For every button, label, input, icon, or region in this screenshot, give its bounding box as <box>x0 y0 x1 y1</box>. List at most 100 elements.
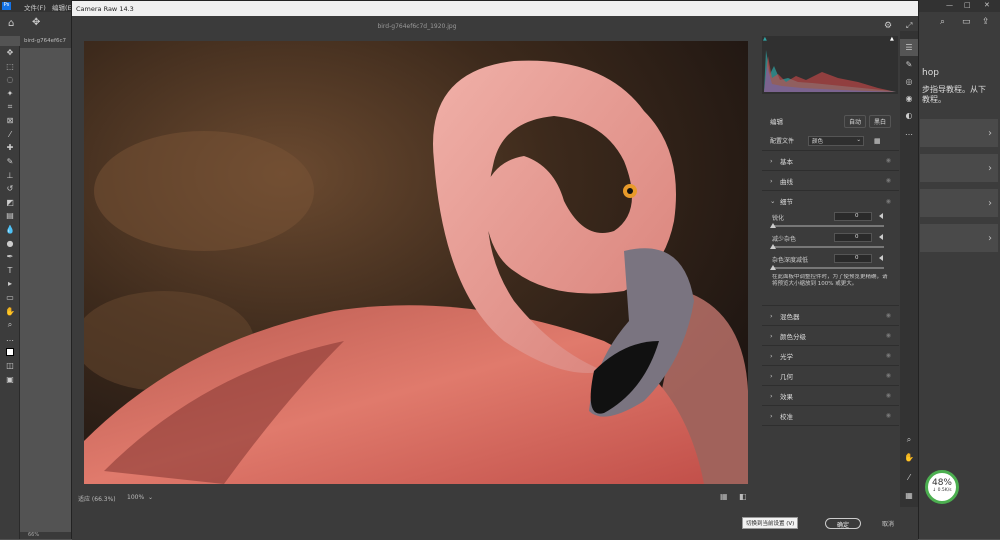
chevron-right-icon: › <box>770 371 773 380</box>
hand-icon[interactable]: ✋ <box>900 449 918 466</box>
panel-curve[interactable]: › 曲线 ◉ <box>762 171 899 191</box>
tutorial-card[interactable]: › <box>920 189 998 217</box>
magic-wand-icon[interactable]: ✦ <box>0 87 20 101</box>
highlight-clip-icon[interactable]: ▲ <box>890 36 894 42</box>
red-eye-icon[interactable]: ◉ <box>900 90 918 107</box>
cancel-button[interactable]: 取消 <box>882 519 894 528</box>
panel-detail[interactable]: ⌄ 细节 ◉ <box>762 191 899 211</box>
gradient-tool-icon[interactable]: ▤ <box>0 209 20 223</box>
quick-mask-icon[interactable]: ◫ <box>0 359 20 373</box>
visibility-icon[interactable]: ◉ <box>886 198 891 205</box>
eraser-icon[interactable]: ◩ <box>0 196 20 210</box>
tutorial-card[interactable]: › <box>920 224 998 252</box>
edit-sliders-icon[interactable]: ☰ <box>900 39 918 56</box>
chevron-down-icon[interactable]: ⌄ <box>148 494 153 501</box>
visibility-icon[interactable]: ◉ <box>886 412 891 419</box>
visibility-icon[interactable]: ◉ <box>886 352 891 359</box>
auto-button[interactable]: 自动 <box>843 114 866 128</box>
panel-basic[interactable]: › 基本 ◉ <box>762 151 899 171</box>
before-after-icon[interactable]: ◧ <box>739 492 747 501</box>
tutorial-card[interactable]: › <box>920 119 998 147</box>
slider-thumb[interactable] <box>770 244 776 249</box>
slider-track[interactable] <box>772 246 884 248</box>
noise-reduction-slider[interactable]: 减少杂色 0 <box>762 232 899 253</box>
slider-track[interactable] <box>772 267 884 269</box>
slider-expand-icon[interactable] <box>879 213 883 219</box>
visibility-icon[interactable]: ◉ <box>886 372 891 379</box>
pen-tool-icon[interactable]: ✒ <box>0 250 20 264</box>
workspace-icon[interactable]: ▭ <box>962 17 971 27</box>
visibility-icon[interactable]: ◉ <box>886 312 891 319</box>
fullscreen-icon[interactable]: ⤢ <box>906 21 912 31</box>
visibility-icon[interactable]: ◉ <box>886 332 891 339</box>
slider-track[interactable] <box>772 225 884 227</box>
move-tool-icon[interactable]: ✥ <box>0 46 20 60</box>
screen-mode-icon[interactable]: ▣ <box>0 372 20 386</box>
grid-icon[interactable]: ▦ <box>900 487 918 504</box>
tutorial-card[interactable]: › <box>920 154 998 182</box>
panel-optics[interactable]: › 光学 ◉ <box>762 346 899 366</box>
gear-icon[interactable]: ⚙ <box>884 21 892 31</box>
zoom-select[interactable]: 100% <box>127 494 144 501</box>
move-tool-icon[interactable]: ✥ <box>32 17 40 28</box>
share-icon[interactable]: ⇪ <box>982 17 990 27</box>
maximize-button[interactable]: □ <box>964 1 971 9</box>
panel-calibration[interactable]: › 校准 ◉ <box>762 406 899 426</box>
slider-value-input[interactable]: 0 <box>834 212 872 221</box>
photo-preview[interactable] <box>84 41 748 484</box>
color-noise-slider[interactable]: 杂色深度减低 0 <box>762 253 899 274</box>
network-speed-badge[interactable]: 48% ↓ 0.5K/s <box>925 470 959 504</box>
minimize-button[interactable]: — <box>946 1 953 9</box>
profile-browser-icon[interactable]: ▦ <box>874 137 881 145</box>
brush-tool-icon[interactable]: ✎ <box>0 155 20 169</box>
frame-tool-icon[interactable]: ⊠ <box>0 114 20 128</box>
masking-icon[interactable]: ◎ <box>900 73 918 90</box>
zoom-tool-icon[interactable]: ⌕ <box>0 318 20 332</box>
type-tool-icon[interactable]: T <box>0 264 20 278</box>
slider-expand-icon[interactable] <box>879 234 883 240</box>
color-sampler-icon[interactable]: ⁄ <box>900 469 918 486</box>
hand-tool-icon[interactable]: ✋ <box>0 304 20 318</box>
slider-thumb[interactable] <box>770 223 776 228</box>
history-brush-icon[interactable]: ↺ <box>0 182 20 196</box>
slider-value-input[interactable]: 0 <box>834 233 872 242</box>
search-icon[interactable]: ⌕ <box>940 17 945 27</box>
ok-button[interactable]: 确定 <box>825 518 861 529</box>
shape-tool-icon[interactable]: ▭ <box>0 291 20 305</box>
color-swatches-icon[interactable] <box>0 345 20 359</box>
crop-tool-icon[interactable]: ⌗ <box>0 100 20 114</box>
home-icon[interactable]: ⌂ <box>8 18 14 29</box>
visibility-icon[interactable]: ◉ <box>886 177 891 184</box>
visibility-icon[interactable]: ◉ <box>886 157 891 164</box>
more-options-icon[interactable]: … <box>900 124 918 141</box>
marquee-tool-icon[interactable]: ⬚ <box>0 60 20 74</box>
eyedropper-icon[interactable]: ⁄ <box>0 128 20 142</box>
lasso-tool-icon[interactable]: ◌ <box>0 73 20 87</box>
healing-brush-icon[interactable]: ✚ <box>0 141 20 155</box>
close-button[interactable]: ✕ <box>984 1 990 9</box>
more-tools-icon[interactable]: … <box>0 331 20 345</box>
panel-mixer[interactable]: › 混色器 ◉ <box>762 306 899 326</box>
slider-value-input[interactable]: 0 <box>834 254 872 263</box>
presets-icon[interactable]: ◐ <box>900 107 918 124</box>
profile-select[interactable]: 颜色 ⌄ <box>808 135 864 146</box>
zoom-icon[interactable]: ⌕ <box>900 431 918 448</box>
visibility-icon[interactable]: ◉ <box>886 392 891 399</box>
slider-expand-icon[interactable] <box>879 255 883 261</box>
shadow-clip-icon[interactable]: ▲ <box>763 36 767 42</box>
panel-effects[interactable]: › 效果 ◉ <box>762 386 899 406</box>
zoom-fit-label[interactable]: 适应 (66.3%) <box>78 494 116 503</box>
panel-geometry[interactable]: › 几何 ◉ <box>762 366 899 386</box>
stamp-tool-icon[interactable]: ⊥ <box>0 168 20 182</box>
menu-file[interactable]: 文件(F) <box>24 2 46 12</box>
bw-button[interactable]: 黑白 <box>868 114 891 128</box>
dodge-tool-icon[interactable]: ● <box>0 236 20 250</box>
chevron-right-icon: › <box>770 411 773 420</box>
sharpening-slider[interactable]: 锐化 0 <box>762 211 899 232</box>
panel-color-grading[interactable]: › 颜色分级 ◉ <box>762 326 899 346</box>
slider-thumb[interactable] <box>770 265 776 270</box>
blur-tool-icon[interactable]: 💧 <box>0 223 20 237</box>
toggle-sampler-icon[interactable]: ▦ <box>720 492 728 501</box>
healing-icon[interactable]: ✎ <box>900 56 918 73</box>
path-select-icon[interactable]: ▸ <box>0 277 20 291</box>
